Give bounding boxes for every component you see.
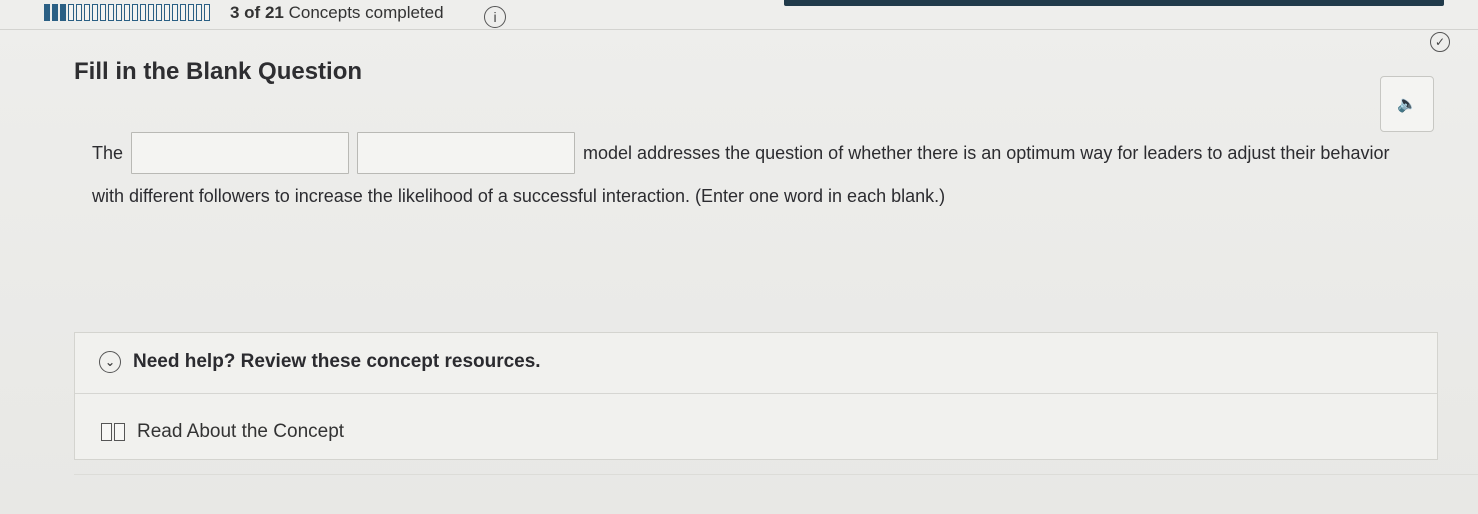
progress-segment bbox=[52, 4, 58, 21]
progress-segment bbox=[92, 4, 98, 21]
question-title: Fill in the Blank Question bbox=[74, 58, 363, 85]
progress-segment bbox=[60, 4, 66, 21]
question-prompt: The model addresses the question of whet… bbox=[92, 132, 1402, 216]
book-icon bbox=[101, 423, 125, 441]
help-divider bbox=[75, 393, 1437, 394]
progress-segment bbox=[132, 4, 138, 21]
progress-segment bbox=[172, 4, 178, 21]
progress-segment bbox=[156, 4, 162, 21]
prompt-line-1: The model addresses the question of whet… bbox=[92, 132, 1402, 174]
progress-segment bbox=[68, 4, 74, 21]
chevron-down-icon: ⌄ bbox=[99, 351, 121, 373]
blank-1-input[interactable] bbox=[131, 132, 350, 174]
prompt-line-2: with different followers to increase the… bbox=[92, 186, 946, 206]
help-panel: ⌄ Need help? Review these concept resour… bbox=[74, 332, 1438, 460]
progress-segment bbox=[148, 4, 154, 21]
progress-segment bbox=[100, 4, 106, 21]
audio-button[interactable]: 🔈 bbox=[1380, 76, 1434, 132]
prompt-middle: model addresses the question of whether … bbox=[583, 143, 1390, 163]
help-toggle[interactable]: ⌄ Need help? Review these concept resour… bbox=[99, 351, 541, 373]
resource-link[interactable]: Read About the Concept bbox=[101, 421, 344, 443]
page: 3 of 21 Concepts completed i ✓ Fill in t… bbox=[0, 0, 1478, 514]
progress-segment bbox=[76, 4, 82, 21]
progress-segment bbox=[84, 4, 90, 21]
resource-label: Read About the Concept bbox=[137, 421, 345, 442]
speaker-icon: 🔈 bbox=[1397, 96, 1417, 113]
info-icon-glyph: i bbox=[493, 9, 497, 25]
top-accent-bar bbox=[784, 0, 1444, 6]
footer-divider bbox=[74, 474, 1478, 475]
progress-description: Concepts completed bbox=[288, 3, 444, 22]
progress-segment bbox=[204, 4, 210, 21]
progress-segment bbox=[44, 4, 50, 21]
progress-segment bbox=[188, 4, 194, 21]
help-heading: Need help? Review these concept resource… bbox=[133, 351, 541, 372]
progress-count: 3 of 21 bbox=[230, 3, 284, 22]
progress-label: 3 of 21 Concepts completed bbox=[230, 3, 444, 23]
blank-2-input[interactable] bbox=[357, 132, 576, 174]
prompt-start: The bbox=[92, 143, 124, 163]
status-check-icon: ✓ bbox=[1430, 32, 1450, 52]
progress-segment bbox=[196, 4, 202, 21]
top-bar: 3 of 21 Concepts completed i bbox=[0, 0, 1478, 30]
progress-segment bbox=[108, 4, 114, 21]
info-icon[interactable]: i bbox=[484, 6, 506, 28]
progress-segment bbox=[116, 4, 122, 21]
progress-segment bbox=[180, 4, 186, 21]
progress-segment bbox=[140, 4, 146, 21]
progress-bar bbox=[44, 4, 210, 21]
progress-segment bbox=[124, 4, 130, 21]
progress-segment bbox=[164, 4, 170, 21]
